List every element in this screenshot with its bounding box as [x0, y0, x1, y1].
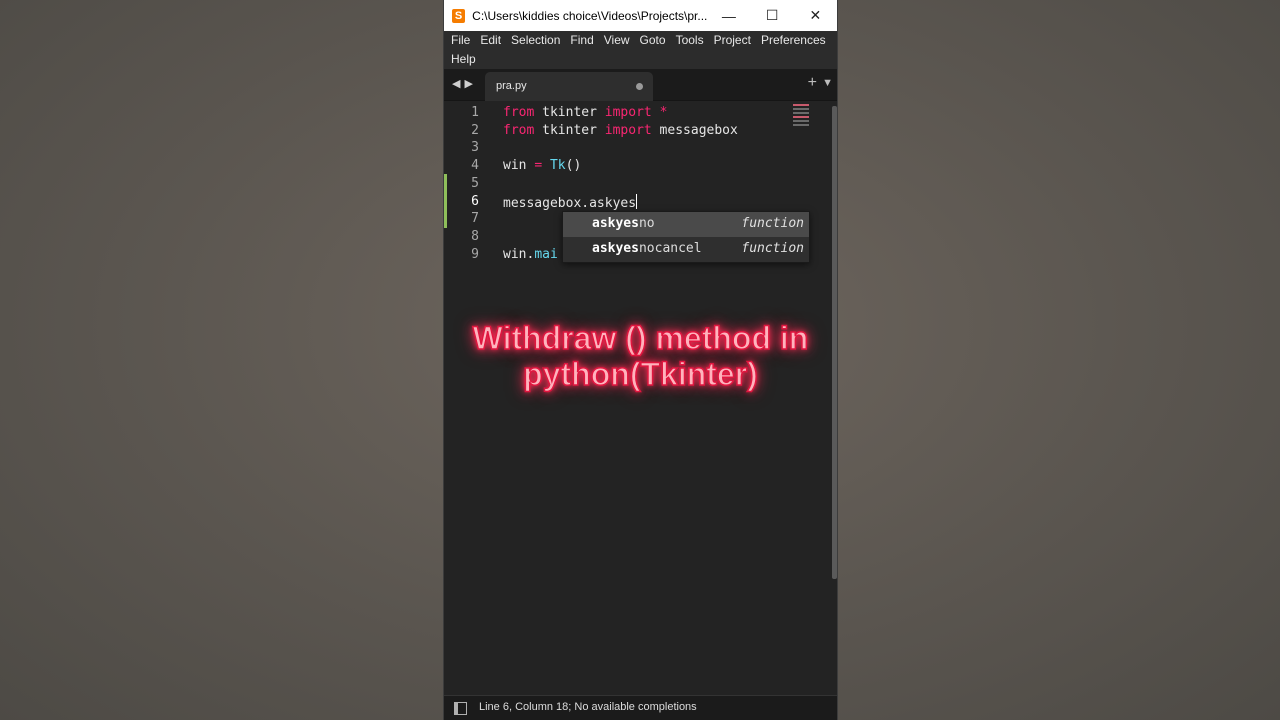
menu-help[interactable]: Help	[446, 50, 481, 69]
line-number: 4	[471, 158, 479, 174]
code-token: win.	[503, 246, 535, 262]
unsaved-dot-icon[interactable]	[636, 83, 643, 90]
code-editor[interactable]: 1 from tkinter import * 2 from tkinter impo…	[444, 101, 837, 695]
code-line[interactable]: 3	[444, 139, 837, 157]
code-token: tkinter	[534, 105, 605, 120]
line-number: 5	[471, 175, 479, 191]
window-title: C:\Users\kiddies choice\Videos\Projects\…	[472, 8, 708, 23]
caption-line-2: python(Tkinter)	[522, 355, 758, 393]
autocomplete-item[interactable]: askyesno function	[563, 212, 809, 237]
code-text: win = Tk()	[503, 158, 581, 173]
code-token: messagebox	[651, 122, 738, 138]
line-number: 1	[471, 105, 479, 120]
code-line[interactable]: 5	[444, 175, 837, 193]
code-token: from	[503, 105, 535, 120]
tab-bar: ◀▶ pra.py + ▼	[444, 69, 837, 101]
title-bar[interactable]: S C:\Users\kiddies choice\Videos\Project…	[444, 0, 837, 31]
code-line[interactable]: 6 messagebox.askyes	[444, 193, 837, 211]
code-token: from	[503, 122, 535, 138]
code-text: from tkinter import messagebox	[503, 123, 738, 138]
code-token: tkinter	[534, 122, 605, 138]
menu-edit[interactable]: Edit	[475, 31, 506, 50]
tab-dropdown-icon[interactable]: ▼	[822, 77, 833, 89]
sublime-text-window: S C:\Users\kiddies choice\Videos\Project…	[443, 0, 838, 720]
line-number: 7	[471, 211, 479, 227]
autocomplete-popup: askyesno function askyesnocancel functio…	[562, 211, 810, 263]
line-number: 3	[471, 140, 479, 156]
side-panel-toggle-icon[interactable]	[454, 702, 467, 715]
code-token: win	[503, 158, 535, 174]
sublime-app-icon: S	[452, 8, 466, 23]
code-token: ()	[565, 158, 582, 174]
code-token: import	[604, 122, 652, 138]
code-line[interactable]: 1 from tkinter import *	[444, 104, 837, 122]
video-caption-overlay: Withdraw () method in python(Tkinter)	[444, 319, 837, 393]
menu-goto[interactable]: Goto	[635, 31, 671, 50]
menu-view[interactable]: View	[599, 31, 635, 50]
text-cursor	[636, 193, 638, 209]
code-text: from tkinter import *	[503, 105, 667, 120]
code-token: *	[659, 105, 668, 120]
code-text: win.mai	[503, 247, 558, 262]
minimap[interactable]	[793, 104, 809, 128]
completion-name: askyesnocancel	[592, 241, 702, 256]
code-line[interactable]: 4 win = Tk()	[444, 157, 837, 175]
line-number: 6	[471, 193, 479, 209]
code-token: =	[534, 158, 543, 174]
menu-preferences[interactable]: Preferences	[756, 31, 831, 50]
status-bar: Line 6, Column 18; No available completi…	[444, 695, 837, 720]
menu-file[interactable]: File	[446, 31, 475, 50]
autocomplete-item[interactable]: askyesnocancel function	[563, 237, 809, 262]
menu-tools[interactable]: Tools	[671, 31, 709, 50]
caption-line-1: Withdraw () method in	[472, 319, 809, 357]
line-number: 9	[471, 246, 479, 262]
menu-selection[interactable]: Selection	[506, 31, 565, 50]
code-token: import	[604, 105, 652, 120]
status-text: Line 6, Column 18; No available completi…	[479, 701, 697, 713]
code-token: mai	[534, 246, 558, 262]
completion-name: askyesno	[592, 216, 655, 231]
tab-label: pra.py	[496, 80, 527, 92]
line-number: 2	[471, 122, 479, 138]
code-token: messagebox.askyes	[503, 195, 637, 211]
line-number: 8	[471, 228, 479, 244]
menu-project[interactable]: Project	[709, 31, 756, 50]
new-tab-icon[interactable]: +	[808, 74, 817, 92]
minimize-button[interactable]: —	[707, 0, 750, 31]
close-button[interactable]: ✕	[794, 0, 837, 31]
maximize-button[interactable]: ☐	[751, 0, 794, 31]
menu-bar: File Edit Selection Find View Goto Tools…	[444, 31, 837, 69]
completion-kind: function	[741, 216, 804, 231]
tab-nav-arrows-icon[interactable]: ◀▶	[452, 77, 477, 90]
code-token: Tk	[549, 158, 566, 174]
tab-pra-py[interactable]: pra.py	[485, 72, 653, 101]
completion-kind: function	[741, 241, 804, 256]
code-text: messagebox.askyes	[503, 193, 638, 211]
code-line[interactable]: 2 from tkinter import messagebox	[444, 122, 837, 140]
menu-find[interactable]: Find	[565, 31, 598, 50]
